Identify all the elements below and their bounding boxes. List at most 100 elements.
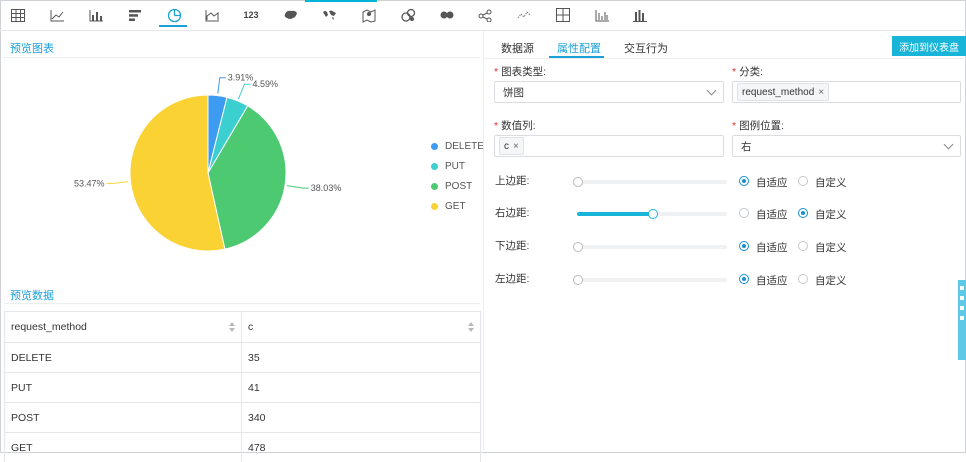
active-chart-underline <box>159 25 187 27</box>
required-mark: * <box>494 120 499 132</box>
legend-item-put[interactable]: PUT <box>431 156 484 176</box>
world-map-icon[interactable] <box>320 6 340 24</box>
right-margin-slider[interactable] <box>577 209 727 219</box>
top-margin-custom-radio[interactable] <box>798 176 808 186</box>
top-margin-auto-radio[interactable] <box>739 176 749 186</box>
column-header-request-method[interactable]: request_method <box>5 312 242 342</box>
radio-label-custom: 自定义 <box>815 242 847 254</box>
tabs-divider <box>484 58 966 59</box>
radio-label-auto: 自适应 <box>756 242 788 254</box>
legend-dot <box>431 142 438 150</box>
radio-label-custom: 自定义 <box>815 177 847 189</box>
top-margin-label: 上边距: <box>495 175 530 187</box>
legend-item-delete[interactable]: DELETE <box>431 136 484 156</box>
bar-chart-icon[interactable] <box>125 6 145 24</box>
chart-type-toolbar: 123 <box>0 0 966 31</box>
bottom-margin-custom-radio[interactable] <box>798 241 808 251</box>
left-margin-label: 左边距: <box>495 273 530 285</box>
number-icon[interactable]: 123 <box>240 6 262 24</box>
category-label-text: 分类: <box>739 66 764 78</box>
map-china-icon[interactable] <box>281 6 301 24</box>
category-select[interactable]: request_method × <box>732 81 961 103</box>
radio-label-auto: 自适应 <box>756 209 788 221</box>
area-chart-icon[interactable] <box>202 6 222 24</box>
pie-label-line <box>286 185 309 189</box>
left-margin-custom-radio[interactable] <box>798 274 808 284</box>
bottom-margin-slider[interactable] <box>573 242 727 252</box>
table-row: GET 478 <box>5 433 481 462</box>
histogram-icon[interactable] <box>630 6 650 24</box>
legend-position-label: * 图例位置: <box>732 118 784 133</box>
top-margin-slider[interactable] <box>573 177 727 187</box>
slider-handle[interactable] <box>573 177 583 187</box>
legend-label: GET <box>445 200 466 212</box>
line-chart-icon[interactable] <box>47 6 67 24</box>
required-mark: * <box>732 66 737 78</box>
right-margin-auto-radio[interactable] <box>739 208 749 218</box>
add-to-dashboard-button[interactable]: 添加到仪表盘 <box>892 36 966 56</box>
close-icon[interactable]: × <box>818 87 824 98</box>
legend-item-get[interactable]: GET <box>431 196 484 216</box>
chevron-down-icon <box>943 139 954 150</box>
slider-handle[interactable] <box>573 242 583 252</box>
legend-position-select[interactable]: 右 <box>732 135 961 157</box>
column-header-c[interactable]: c <box>242 312 481 342</box>
close-icon[interactable]: × <box>513 141 519 152</box>
pin-map-icon[interactable] <box>359 6 379 24</box>
panel-divider <box>483 30 484 451</box>
bottom-margin-label: 下边距: <box>495 240 530 252</box>
left-margin-slider[interactable] <box>573 275 727 285</box>
column-header-label: request_method <box>11 321 87 333</box>
chart-type-select[interactable]: 饼图 <box>494 81 724 103</box>
table-cell: GET <box>5 433 242 462</box>
legend-item-post[interactable]: POST <box>431 176 484 196</box>
preview-chart-title: 预览图表 <box>10 43 54 55</box>
table-cell: 41 <box>242 373 481 402</box>
slider-handle[interactable] <box>573 275 583 285</box>
pie-label-line <box>237 83 251 100</box>
slider-fill <box>577 212 652 216</box>
scatter-icon[interactable] <box>514 6 534 24</box>
table-cell: 35 <box>242 343 481 372</box>
funnel-icon[interactable] <box>592 6 612 24</box>
legend-position-value: 右 <box>741 140 752 153</box>
table-header-row: request_method c <box>5 312 481 343</box>
value-column-select[interactable]: c × <box>494 135 724 157</box>
legend-label: DELETE <box>445 140 484 152</box>
sort-icon[interactable] <box>229 322 235 332</box>
tab-properties[interactable]: 属性配置 <box>557 40 601 56</box>
radio-label-custom: 自定义 <box>815 209 847 221</box>
radio-label-auto: 自适应 <box>756 275 788 287</box>
cluster-icon[interactable] <box>437 6 457 24</box>
legend-label: PUT <box>445 160 465 172</box>
table-icon[interactable] <box>8 6 28 24</box>
category-label: * 分类: <box>732 64 763 79</box>
top-accent-bar <box>305 0 377 2</box>
category-tag: request_method × <box>737 83 830 101</box>
tab-interaction[interactable]: 交互行为 <box>624 40 668 56</box>
table-cell: POST <box>5 403 242 432</box>
legend-dot <box>431 162 438 170</box>
pie-chart-icon[interactable] <box>164 6 184 24</box>
column-chart-icon[interactable] <box>86 6 106 24</box>
pie-chart: 3.91%4.59% 38.03% 53.47% <box>74 73 341 252</box>
pie-percent-label: 53.47% <box>74 178 105 188</box>
bubble-icon[interactable] <box>398 6 418 24</box>
tab-data-source[interactable]: 数据源 <box>501 40 534 56</box>
chart-type-label-text: 图表类型: <box>501 66 547 78</box>
category-tag-label: request_method <box>742 86 815 98</box>
pie-label-line <box>217 77 226 94</box>
slider-handle[interactable] <box>648 209 658 219</box>
layout-icon[interactable] <box>553 6 573 24</box>
side-feedback-tab[interactable] <box>958 280 966 360</box>
table-cell: DELETE <box>5 343 242 372</box>
value-column-label-text: 数值列: <box>501 120 536 132</box>
sort-icon[interactable] <box>468 322 474 332</box>
chart-type-value: 饼图 <box>503 86 524 99</box>
preview-data-title: 预览数据 <box>10 290 54 302</box>
legend-position-label-text: 图例位置: <box>739 120 785 132</box>
network-icon[interactable] <box>475 6 495 24</box>
right-margin-custom-radio[interactable] <box>798 208 808 218</box>
bottom-margin-auto-radio[interactable] <box>739 241 749 251</box>
left-margin-auto-radio[interactable] <box>739 274 749 284</box>
